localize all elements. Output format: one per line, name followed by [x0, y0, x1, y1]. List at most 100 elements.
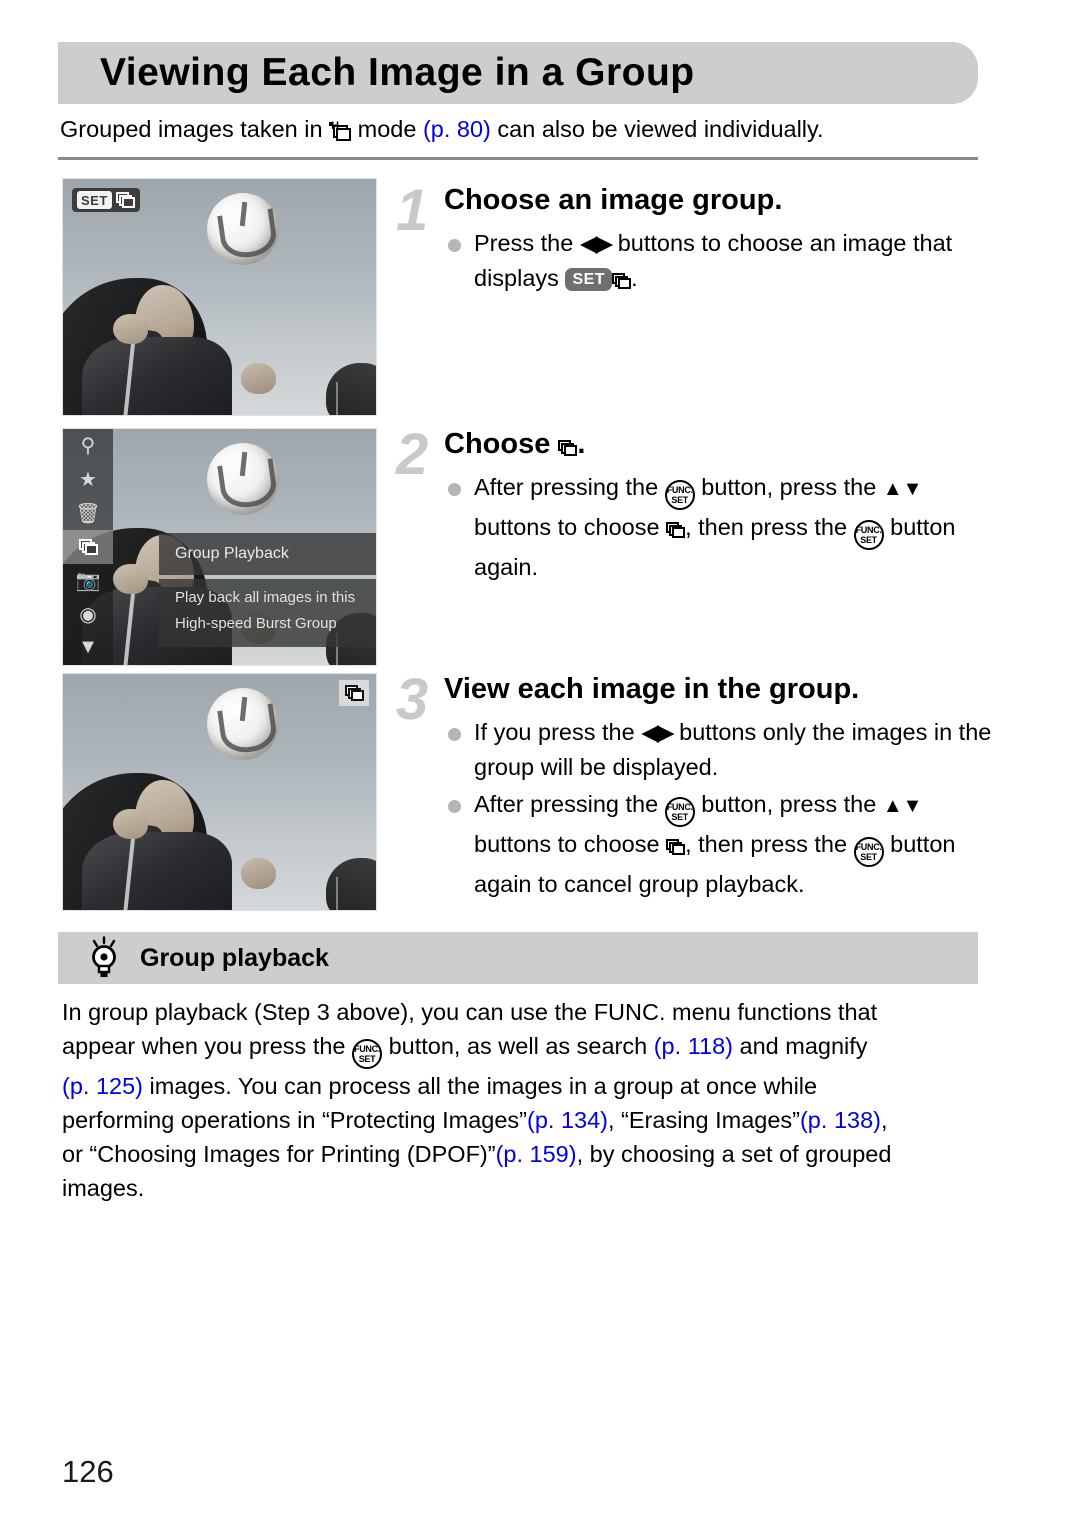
tip-title: Group playback	[140, 944, 329, 972]
step-2-heading-prefix: Choose	[444, 428, 551, 460]
func-set-button-icon: FUNC. SET	[664, 797, 695, 827]
page-reference-link-159[interactable]: (p. 159)	[496, 1141, 577, 1167]
camera-screen-group-selected: SET	[62, 178, 377, 416]
intro-text-part1: Grouped images taken in	[60, 116, 323, 142]
photo-background-pole	[336, 381, 339, 415]
intro-text-part2: mode	[357, 116, 417, 142]
menu-item-filter-jump-icon[interactable]: ▼	[63, 631, 113, 665]
bullet-text-seg4: , then press the	[685, 514, 848, 540]
menu-item-star-favorites-icon[interactable]: ★	[63, 463, 113, 497]
tip-line-3: (p. 125) images. You can process all the…	[62, 1069, 992, 1103]
bullet-text-seg1: If you press the	[474, 719, 635, 745]
func-set-button-icon: FUNC. SET	[853, 520, 884, 550]
group-playback-corner-badge	[339, 680, 369, 706]
tip-line3-text: images. You can process all the images i…	[149, 1073, 818, 1099]
tip-line5-text-b: , by choosing a set of grouped	[576, 1141, 892, 1167]
tip-line4-text-a: performing operations in “Protecting Ima…	[62, 1107, 527, 1133]
bullet-text-seg2: button, press the	[701, 474, 877, 500]
set-label: SET	[77, 191, 112, 209]
up-down-arrows-icon: ▲▼	[882, 478, 923, 500]
photo-hand-right	[241, 363, 276, 394]
step-1-bullets: Press the ◀▶ buttons to choose an image …	[444, 226, 996, 296]
func-menu-sidebar[interactable]: ⚲ ★ 🗑 📷 ◉ ▼	[63, 429, 113, 665]
left-right-arrows-icon: ◀▶	[579, 230, 613, 256]
tip-line-2: appear when you press the FUNC. SET butto…	[62, 1029, 992, 1069]
menu-description-line2: High-speed Burst Group	[175, 615, 337, 632]
step-3-bullet-1: If you press the ◀▶ buttons only the ima…	[444, 715, 996, 785]
photo-hand-left	[113, 808, 148, 840]
page-title: Viewing Each Image in a Group	[100, 51, 695, 94]
bullet-text-seg1: After pressing the	[474, 791, 659, 817]
bullet-text-seg1: Press the	[474, 230, 574, 256]
photo-soccer-header	[63, 179, 376, 415]
menu-item-key-protect-icon[interactable]: ⚲	[63, 429, 113, 463]
menu-item-slideshow-play-icon[interactable]: ◉	[63, 597, 113, 631]
step-2-heading: Choose .	[444, 424, 996, 464]
photo-jersey	[81, 337, 232, 415]
intro-sentence: Grouped images taken in H mode (p. 80) c…	[60, 112, 990, 146]
bullet-text-seg4: , then press the	[685, 831, 848, 857]
func-set-button-icon: FUNC. SET	[664, 480, 695, 510]
page-reference-link-118[interactable]: (p. 118)	[654, 1033, 733, 1059]
tip-line6-text: images.	[62, 1175, 145, 1201]
left-right-arrows-icon: ◀▶	[641, 719, 674, 745]
set-group-overlay: SET	[72, 188, 140, 212]
photo-jersey	[81, 832, 232, 910]
tip-line-4: performing operations in “Protecting Ima…	[62, 1103, 992, 1137]
step-2: 2 Choose . After pressing the FUNC. SET b…	[396, 424, 996, 587]
stacked-frames-icon	[666, 839, 686, 855]
stacked-frames-icon	[612, 273, 632, 289]
page-reference-link-134[interactable]: (p. 134)	[527, 1107, 608, 1133]
tip-line-6: images.	[62, 1171, 992, 1205]
step-2-number: 2	[396, 422, 429, 487]
step-1-bullet-1: Press the ◀▶ buttons to choose an image …	[444, 226, 996, 296]
menu-item-camera-rotate-icon[interactable]: 📷	[63, 564, 113, 598]
photo-hand-left	[113, 313, 148, 345]
step-3: 3 View each image in the group. If you p…	[396, 669, 996, 904]
stacked-frames-icon	[558, 440, 578, 456]
bullet-text-seg3: buttons to choose	[474, 831, 660, 857]
bullet-text-seg1: After pressing the	[474, 474, 659, 500]
page-number: 126	[62, 1454, 114, 1489]
page-reference-link-125[interactable]: (p. 125)	[62, 1073, 143, 1099]
tip-line2-text-a: appear when you press the	[62, 1033, 346, 1059]
tip-line-1: In group playback (Step 3 above), you ca…	[62, 995, 992, 1029]
stacked-frames-icon	[666, 522, 686, 538]
tip-line5-text-a: or “Choosing Images for Printing (DPOF)”	[62, 1141, 496, 1167]
step-2-bullets: After pressing the FUNC. SET button, pres…	[444, 470, 996, 585]
high-speed-burst-icon: H	[329, 121, 352, 141]
menu-description: Play back all images in this High-speed …	[159, 579, 376, 647]
step-3-heading: View each image in the group.	[444, 673, 860, 705]
stacked-frames-icon	[115, 192, 135, 208]
menu-description-line1: Play back all images in this	[175, 589, 356, 606]
photo-background-pole	[336, 876, 339, 910]
step-1-heading: Choose an image group.	[444, 184, 783, 216]
tip-line4-text-c: ,	[880, 1107, 888, 1133]
step-3-bullets: If you press the ◀▶ buttons only the ima…	[444, 715, 996, 902]
func-set-button-icon: FUNC. SET	[352, 1039, 383, 1069]
tip-line4-text-b: , “Erasing Images”	[608, 1107, 800, 1133]
tip-line2-text-c: and magnify	[739, 1033, 868, 1059]
tip-line1-text: In group playback (Step 3 above), you ca…	[62, 999, 878, 1025]
menu-item-stacked-frames-group-playback-icon[interactable]	[63, 530, 113, 564]
func-set-button-icon: FUNC. SET	[853, 837, 884, 867]
set-badge-icon: SET	[565, 268, 613, 291]
step-1-number: 1	[396, 178, 429, 243]
header-divider	[58, 157, 978, 160]
step-3-number: 3	[396, 667, 429, 732]
page-reference-link-138[interactable]: (p. 138)	[800, 1107, 881, 1133]
tip-body: In group playback (Step 3 above), you ca…	[62, 995, 992, 1205]
menu-item-trash-erase-icon[interactable]: 🗑	[63, 496, 113, 530]
photo-soccer-ball	[206, 193, 279, 266]
photo-hand-left	[113, 563, 148, 595]
page-reference-link[interactable]: (p. 80)	[423, 116, 491, 142]
camera-screen-group-playback	[62, 673, 377, 911]
bullet-text-seg2: button, press the	[701, 791, 877, 817]
intro-text-part3: can also be viewed individually.	[497, 116, 824, 142]
photo-soccer-header	[63, 674, 376, 910]
tip-line2-text-b: button, as well as search	[388, 1033, 648, 1059]
step-3-bullet-2: After pressing the FUNC. SET button, pres…	[444, 787, 996, 902]
up-down-arrows-icon: ▲▼	[882, 795, 923, 817]
photo-background-figure	[325, 363, 376, 415]
step-2-bullet-1: After pressing the FUNC. SET button, pres…	[444, 470, 996, 585]
